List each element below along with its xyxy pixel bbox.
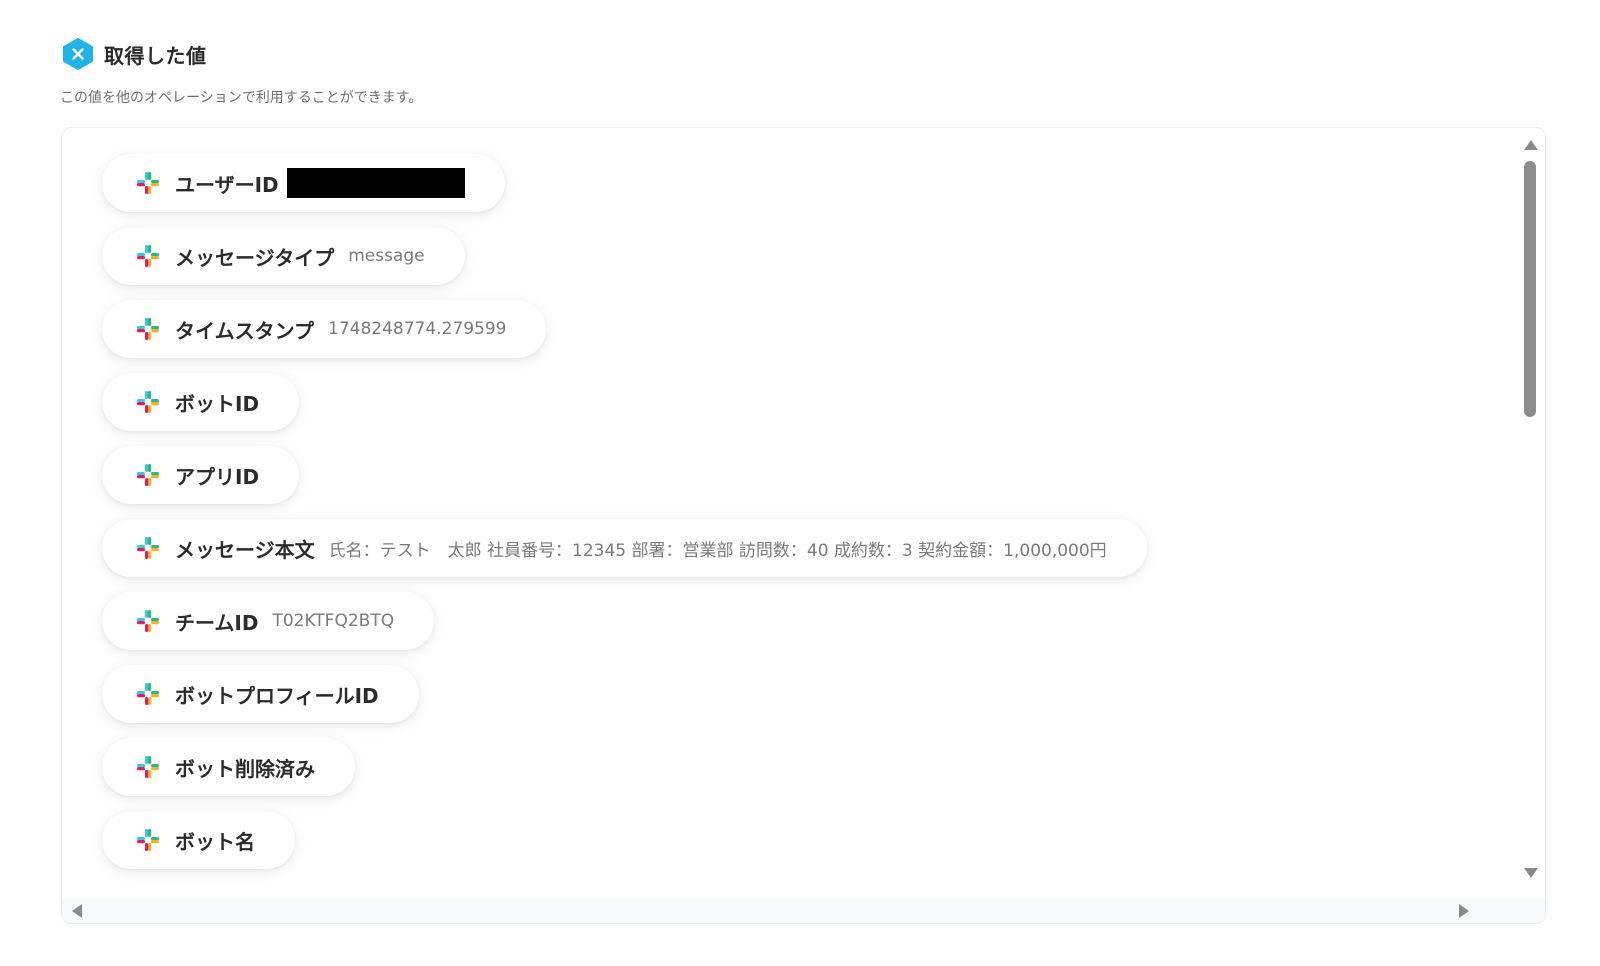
value-item-bot-name[interactable]: ボット名 — [102, 811, 295, 869]
value-label: ユーザーID — [175, 172, 279, 197]
slack-icon — [137, 464, 159, 486]
value-item-bot-id[interactable]: ボットID — [102, 373, 300, 431]
slack-icon — [137, 610, 159, 632]
slack-icon — [137, 172, 159, 194]
horizontal-scrollbar[interactable] — [62, 899, 1545, 923]
section-description: この値を他のオペレーションで利用することができます。 — [60, 90, 423, 106]
value-label: ボットプロフィールID — [175, 683, 379, 708]
value-label: ボット名 — [175, 829, 255, 854]
value-label: ボットID — [175, 391, 260, 416]
value-item-bot-deleted[interactable]: ボット削除済み — [102, 738, 355, 796]
value-item-app-id[interactable]: アプリID — [102, 446, 300, 504]
slack-icon — [137, 756, 159, 778]
slack-icon — [137, 391, 159, 413]
scroll-right-arrow-icon[interactable] — [1459, 904, 1469, 918]
section-title: 取得した値 — [104, 43, 207, 68]
slack-icon — [137, 318, 159, 340]
value-text: 1748248774.279599 — [328, 319, 507, 339]
x-hexagon-icon — [63, 38, 93, 70]
slack-icon — [137, 245, 159, 267]
scroll-down-arrow-icon[interactable] — [1524, 868, 1538, 878]
value-label: チームID — [175, 610, 259, 635]
value-label: アプリID — [175, 464, 260, 489]
value-text: T02KTFQ2BTQ — [272, 611, 395, 631]
value-item-team-id[interactable]: チームID T02KTFQ2BTQ — [102, 592, 435, 650]
value-item-timestamp[interactable]: タイムスタンプ 1748248774.279599 — [102, 300, 547, 358]
value-text: 氏名：テスト 太郎 社員番号：12345 部署：営業部 訪問数：40 成約数：3… — [328, 540, 1107, 561]
value-item-user-id[interactable]: ユーザーID — [102, 154, 505, 212]
value-item-bot-profile-id[interactable]: ボットプロフィールID — [102, 665, 419, 723]
value-label: メッセージ本文 — [175, 537, 315, 562]
value-label: タイムスタンプ — [175, 318, 314, 343]
slack-icon — [137, 683, 159, 705]
vertical-scroll-thumb[interactable] — [1524, 161, 1536, 417]
value-label: ボット削除済み — [175, 756, 315, 781]
output-values-panel: ユーザーID メッセージタイプ message タイムスタンプ 17482487… — [61, 127, 1546, 924]
slack-icon — [137, 537, 159, 559]
value-item-message-body[interactable]: メッセージ本文 氏名：テスト 太郎 社員番号：12345 部署：営業部 訪問数：… — [102, 519, 1147, 577]
scroll-left-arrow-icon[interactable] — [72, 904, 82, 918]
scroll-up-arrow-icon[interactable] — [1524, 140, 1538, 150]
section-header: 取得した値 — [62, 38, 207, 70]
value-text: message — [348, 246, 425, 266]
slack-icon — [137, 829, 159, 851]
vertical-scrollbar[interactable] — [1521, 138, 1539, 878]
redacted-value — [286, 168, 465, 198]
value-item-message-type[interactable]: メッセージタイプ message — [102, 227, 465, 285]
value-label: メッセージタイプ — [175, 245, 335, 270]
